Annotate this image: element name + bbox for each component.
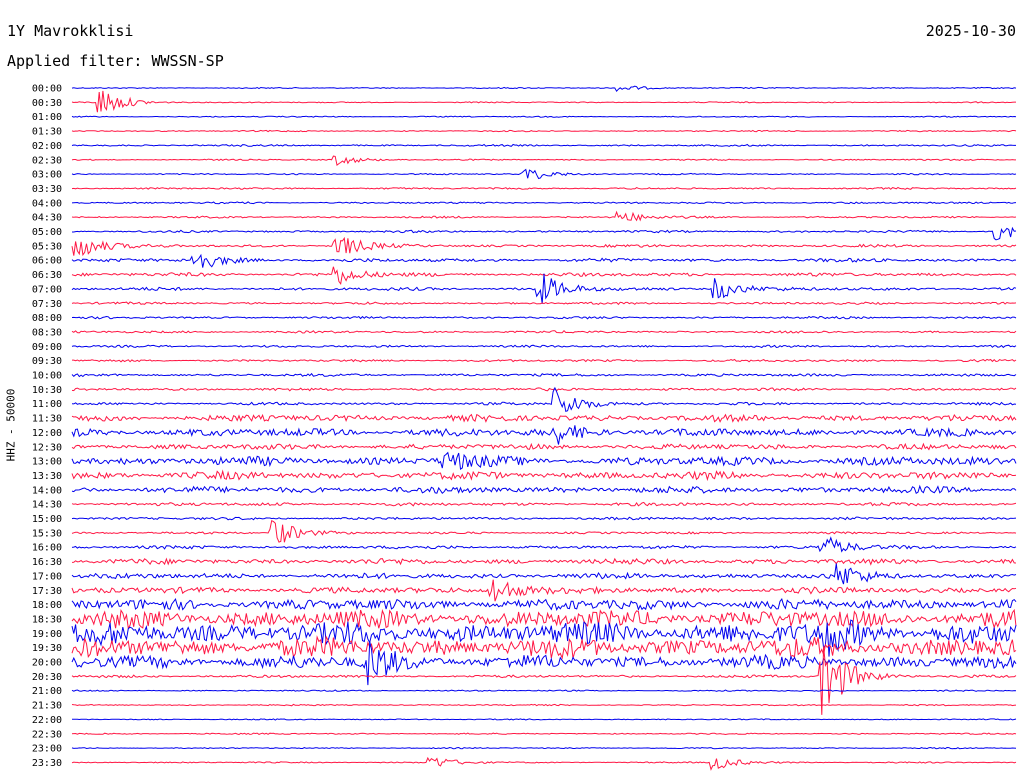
row-time-label: 12:30 xyxy=(32,442,62,453)
seismic-trace-row xyxy=(71,210,1017,222)
row-time-label: 19:30 xyxy=(32,643,62,654)
filter-prefix: Applied filter: xyxy=(7,52,143,70)
row-time-label: 11:00 xyxy=(32,399,62,410)
row-time-label: 04:00 xyxy=(32,198,62,209)
row-time-label: 00:30 xyxy=(32,98,62,109)
seismic-trace-row xyxy=(71,536,1017,553)
row-time-label: 17:30 xyxy=(32,586,62,597)
seismic-trace-row xyxy=(71,641,1017,686)
seismic-trace-row xyxy=(71,129,1017,133)
seismic-trace-row xyxy=(71,557,1017,566)
row-time-label: 17:00 xyxy=(32,571,62,582)
seismic-trace-row xyxy=(71,315,1017,320)
row-time-label: 22:00 xyxy=(32,715,62,726)
seismic-trace-row xyxy=(71,273,1017,304)
seismic-trace-row xyxy=(71,425,1017,445)
row-time-label: 14:00 xyxy=(32,485,62,496)
seismic-trace-row xyxy=(71,372,1017,378)
row-time-label: 22:30 xyxy=(32,729,62,740)
seismic-trace-row xyxy=(71,155,1016,166)
row-time-label: 12:00 xyxy=(32,428,62,439)
row-time-label: 08:00 xyxy=(32,313,62,324)
row-time-label: 05:00 xyxy=(32,227,62,238)
row-time-label: 18:00 xyxy=(32,600,62,611)
row-time-label: 07:30 xyxy=(32,299,62,310)
row-time-label: 14:30 xyxy=(32,500,62,511)
seismic-trace-row xyxy=(71,484,1017,495)
row-time-label: 01:30 xyxy=(32,127,62,138)
row-time-label: 19:00 xyxy=(32,629,62,640)
row-time-label: 00:00 xyxy=(32,84,62,95)
row-time-label: 11:30 xyxy=(32,414,62,425)
seismic-trace-row xyxy=(71,689,1017,692)
row-time-label: 10:30 xyxy=(32,385,62,396)
seismic-trace-row xyxy=(71,469,1017,482)
row-time-label: 05:30 xyxy=(32,241,62,252)
row-time-label: 06:30 xyxy=(32,270,62,281)
seismic-trace-row xyxy=(71,519,1017,543)
seismic-trace-row xyxy=(71,85,1017,93)
filter-line: Applied filter: WWSSN-SP xyxy=(7,52,224,70)
row-time-label: 20:30 xyxy=(32,672,62,683)
seismic-trace-row xyxy=(71,579,1017,602)
row-time-label: 23:30 xyxy=(32,758,62,769)
row-time-label: 20:00 xyxy=(32,658,62,669)
row-time-label: 09:30 xyxy=(32,356,62,367)
row-time-label: 07:00 xyxy=(32,284,62,295)
station-title: 1Y Mavrokklisi xyxy=(7,22,134,40)
row-time-label: 21:00 xyxy=(32,686,62,697)
row-time-label: 15:30 xyxy=(32,528,62,539)
seismic-trace-row xyxy=(71,387,1017,392)
seismic-trace-row xyxy=(71,201,1017,205)
seismic-trace-row xyxy=(71,442,1017,451)
seismic-trace-row xyxy=(71,703,1017,707)
seismic-trace-row xyxy=(71,563,1017,585)
seismic-trace-row xyxy=(71,253,1017,268)
row-time-label: 02:00 xyxy=(32,141,62,152)
seismic-trace-row xyxy=(71,344,1017,349)
row-time-label: 01:00 xyxy=(32,112,62,123)
row-time-label: 09:00 xyxy=(32,342,62,353)
seismic-trace-row xyxy=(71,597,1017,611)
seismic-trace-row xyxy=(71,143,1016,147)
row-time-label: 16:00 xyxy=(32,543,62,554)
seismic-trace-row xyxy=(72,226,1017,241)
row-time-label: 06:00 xyxy=(32,256,62,267)
row-time-label: 21:30 xyxy=(32,701,62,712)
seismic-trace-row xyxy=(71,516,1017,521)
row-time-label: 04:30 xyxy=(32,213,62,224)
filter-name: WWSSN-SP xyxy=(151,52,224,70)
seismic-trace-row xyxy=(71,413,1017,423)
row-time-label: 18:30 xyxy=(32,614,62,625)
seismic-trace-row xyxy=(71,746,1017,750)
seismic-trace-row xyxy=(71,608,1017,630)
seismic-trace-row xyxy=(71,732,1017,736)
row-time-label: 10:00 xyxy=(32,371,62,382)
row-time-label: 16:30 xyxy=(32,557,62,568)
seismic-trace-row xyxy=(71,186,1017,190)
seismic-trace-row xyxy=(71,115,1017,118)
seismic-trace-row xyxy=(71,329,1017,334)
row-time-label: 15:00 xyxy=(32,514,62,525)
seismic-trace-row xyxy=(72,358,1017,363)
row-time-label: 08:30 xyxy=(32,327,62,338)
seismic-trace-row xyxy=(71,168,1017,180)
row-time-label: 02:30 xyxy=(32,155,62,166)
row-time-label: 03:00 xyxy=(32,170,62,181)
seismic-trace-row xyxy=(71,236,1017,257)
seismic-trace-row xyxy=(71,756,1017,771)
row-time-label: 13:30 xyxy=(32,471,62,482)
helicorder-plot: 00:00 00:30 01:00 01:30 02:00 02:30 03:00 03:30… xyxy=(32,84,1017,771)
row-time-label: 23:00 xyxy=(32,744,62,755)
row-time-label: 03:30 xyxy=(32,184,62,195)
seismic-trace-row xyxy=(71,90,1016,113)
channel-label: HHZ - 50000 xyxy=(4,388,18,462)
seismic-trace-row xyxy=(71,451,1017,470)
plot-date: 2025-10-30 xyxy=(925,22,1016,40)
seismic-trace-row xyxy=(71,386,1017,412)
seismic-trace-row xyxy=(71,718,1017,721)
row-time-label: 13:00 xyxy=(32,457,62,468)
seismic-trace-row xyxy=(71,301,1017,306)
seismic-trace-row xyxy=(71,501,1017,507)
